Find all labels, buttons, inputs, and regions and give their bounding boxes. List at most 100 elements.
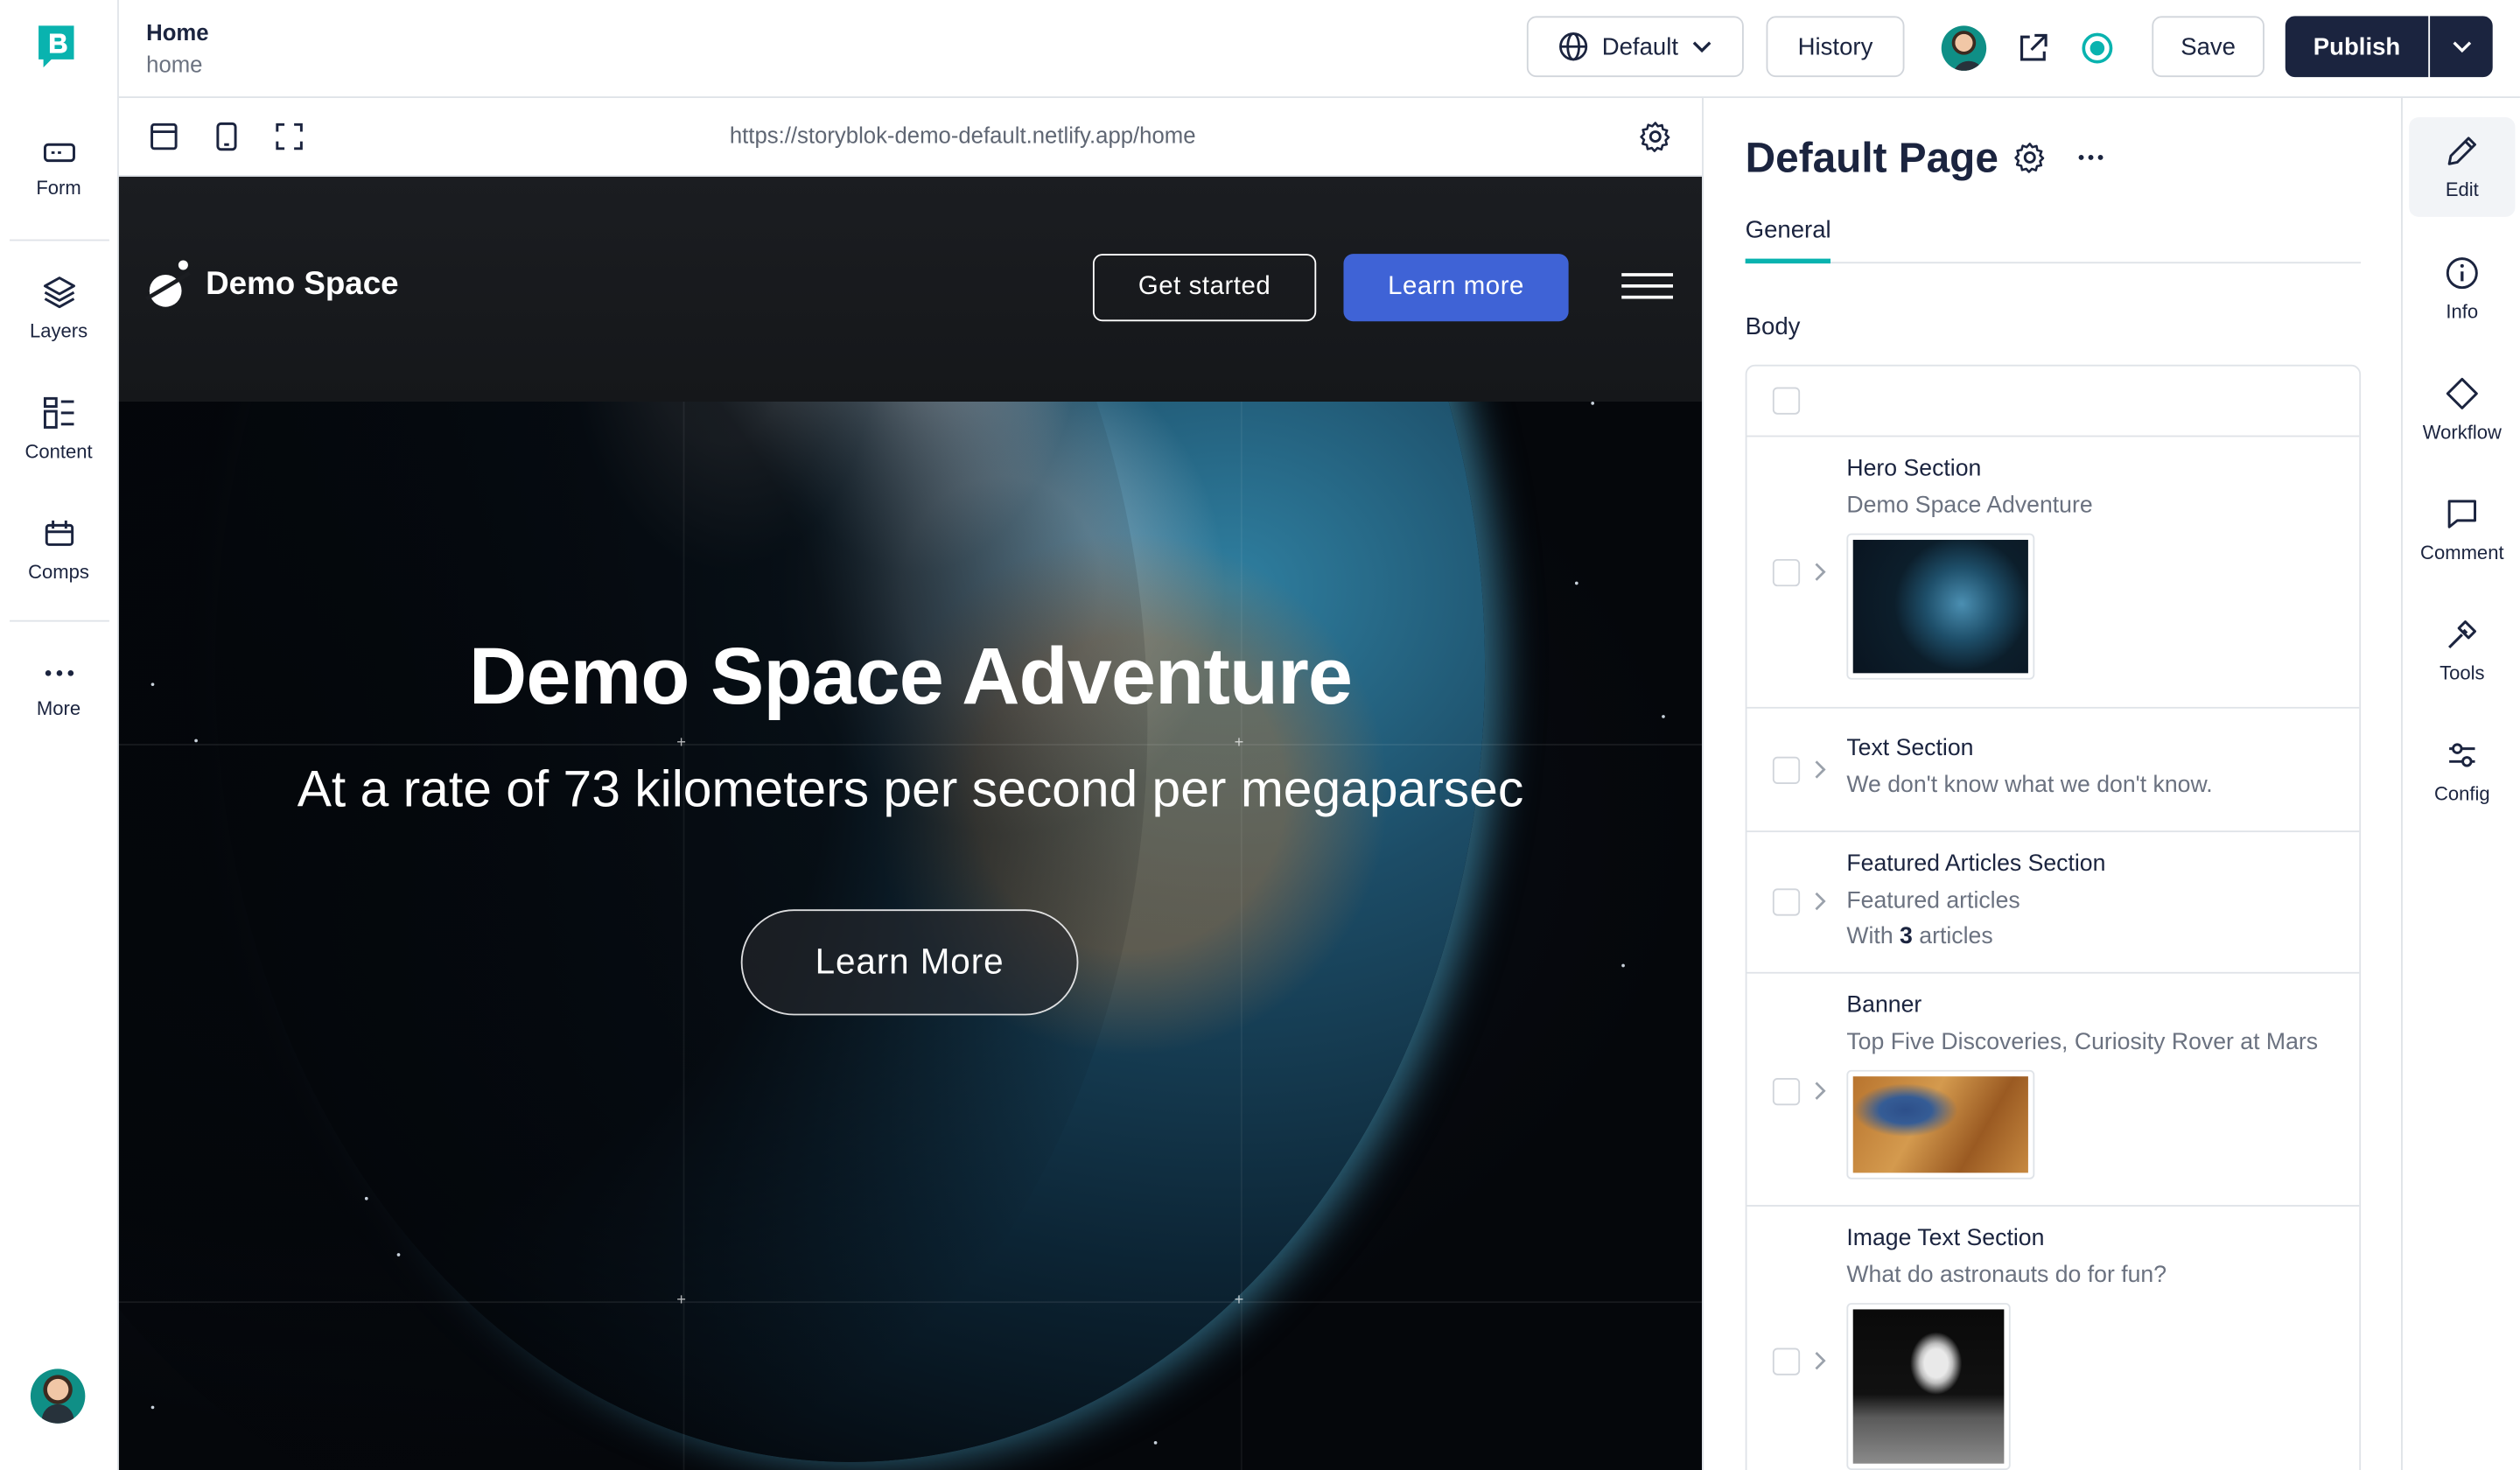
rail-workflow[interactable]: Workflow xyxy=(2409,360,2515,444)
block-checkbox[interactable] xyxy=(1772,1078,1801,1106)
block-summary: Demo Space Adventure xyxy=(1846,493,2093,520)
site-header: Demo Space Get started Learn more xyxy=(118,176,1703,402)
fullscreen-icon[interactable] xyxy=(275,122,304,151)
tools-icon xyxy=(2448,620,2476,649)
block-hero-section[interactable]: Hero Section Demo Space Adventure xyxy=(1746,437,2360,709)
comps-icon xyxy=(44,520,74,546)
preview-url[interactable]: https://storyblok-demo-default.netlify.a… xyxy=(730,122,1196,148)
nav-form[interactable]: Form xyxy=(0,138,117,200)
planet-logo-icon xyxy=(145,260,191,307)
nav-comps[interactable]: Comps xyxy=(0,515,117,584)
collaborator-avatar[interactable] xyxy=(1941,25,1987,71)
block-article-count: With 3 articles xyxy=(1846,924,1992,949)
get-started-button[interactable]: Get started xyxy=(1092,254,1317,322)
block-name: Text Section xyxy=(1846,735,1974,762)
live-status-icon[interactable] xyxy=(2080,31,2115,66)
comment-icon xyxy=(2447,500,2476,528)
block-checkbox[interactable] xyxy=(1772,756,1801,785)
right-toolbar: Edit Info Workflow Comment Tools Config xyxy=(2401,98,2520,1470)
star xyxy=(1591,402,1595,405)
block-checkbox[interactable] xyxy=(1772,888,1801,916)
body-blocks-list: Hero Section Demo Space Adventure Text S… xyxy=(1745,364,2362,1470)
rail-edit[interactable]: Edit xyxy=(2409,117,2516,217)
block-checkbox[interactable] xyxy=(1772,1348,1801,1376)
open-external-icon[interactable] xyxy=(2015,31,2050,66)
story-title: Home xyxy=(146,19,209,46)
block-checkbox[interactable] xyxy=(1772,558,1801,587)
article-count-value: 3 xyxy=(1900,923,1913,950)
tab-divider xyxy=(1745,262,2362,264)
panel-title: Default Page xyxy=(1745,133,1998,182)
story-slug: home xyxy=(146,51,203,78)
star xyxy=(1153,1440,1158,1445)
rail-config[interactable]: Config xyxy=(2409,721,2515,805)
star xyxy=(194,738,198,743)
site-brand-label: Demo Space xyxy=(206,265,399,302)
chevron-down-icon xyxy=(2452,41,2471,53)
select-all-checkbox[interactable] xyxy=(1772,387,1801,415)
nav-more[interactable]: More xyxy=(0,659,117,720)
nav-divider xyxy=(10,620,109,622)
block-thumbnail-mars xyxy=(1846,1069,2035,1180)
more-options-icon[interactable] xyxy=(2076,144,2105,170)
rail-config-label: Config xyxy=(2433,782,2490,805)
block-thumbnail-astronaut xyxy=(1846,1303,2011,1470)
desktop-view-icon[interactable] xyxy=(150,122,178,151)
publish-options-button[interactable] xyxy=(2430,16,2493,78)
storyblok-logo-icon[interactable] xyxy=(35,23,77,71)
more-icon xyxy=(44,670,74,676)
block-name: Hero Section xyxy=(1846,456,1982,482)
chevron-down-icon xyxy=(1693,41,1712,53)
rail-workflow-label: Workflow xyxy=(2422,421,2502,444)
tab-general[interactable]: General xyxy=(1746,217,1831,244)
block-name: Banner xyxy=(1846,992,1922,1019)
hero-subtitle[interactable]: At a rate of 73 kilometers per second pe… xyxy=(119,760,1702,819)
page-preview: Demo Space Get started Learn more + + + … xyxy=(118,176,1703,1470)
site-brand[interactable]: Demo Space xyxy=(144,257,399,312)
nav-layers-label: Layers xyxy=(29,319,88,343)
hero-learn-more-button[interactable]: Learn More xyxy=(740,909,1079,1016)
rail-tools[interactable]: Tools xyxy=(2409,601,2515,684)
user-avatar[interactable] xyxy=(30,1368,86,1424)
history-button[interactable]: History xyxy=(1766,16,1905,78)
guide-plus-icon: + xyxy=(1234,734,1244,752)
rail-tools-label: Tools xyxy=(2440,662,2485,685)
block-text-section[interactable]: Text Section We don't know what we don't… xyxy=(1746,709,2360,833)
star xyxy=(1621,963,1625,968)
learn-more-nav-button[interactable]: Learn more xyxy=(1343,254,1569,322)
chevron-right-icon[interactable] xyxy=(1811,561,1827,584)
nav-content[interactable]: Content xyxy=(0,396,117,463)
chevron-right-icon[interactable] xyxy=(1811,759,1827,781)
hamburger-menu-icon[interactable] xyxy=(1621,273,1674,307)
preview-settings-gear-icon[interactable] xyxy=(1639,121,1671,153)
nav-comps-label: Comps xyxy=(28,560,89,584)
content-icon xyxy=(43,396,74,429)
block-summary: Featured articles xyxy=(1846,888,2020,914)
nav-form-label: Form xyxy=(36,176,81,200)
hero-title[interactable]: Demo Space Adventure xyxy=(119,630,1702,723)
block-banner[interactable]: Banner Top Five Discoveries, Curiosity R… xyxy=(1746,974,2360,1207)
publish-button[interactable]: Publish xyxy=(2285,16,2429,78)
block-image-text-section[interactable]: Image Text Section What do astronauts do… xyxy=(1746,1207,2359,1470)
globe-icon xyxy=(1558,32,1587,61)
language-label: Default xyxy=(1601,32,1679,60)
rail-info[interactable]: Info xyxy=(2409,240,2515,323)
rail-info-label: Info xyxy=(2446,300,2479,324)
guide-line xyxy=(118,744,1703,746)
save-button[interactable]: Save xyxy=(2152,16,2264,78)
block-summary: What do astronauts do for fun? xyxy=(1846,1263,2167,1289)
block-name: Featured Articles Section xyxy=(1846,851,2106,878)
article-count-prefix: With xyxy=(1846,923,1900,950)
mobile-view-icon[interactable] xyxy=(214,122,239,151)
publish-label: Publish xyxy=(2313,32,2401,60)
block-featured-articles-section[interactable]: Featured Articles Section Featured artic… xyxy=(1746,832,2360,974)
nav-layers[interactable]: Layers xyxy=(0,275,117,342)
chevron-right-icon[interactable] xyxy=(1811,890,1827,913)
language-select[interactable]: Default xyxy=(1526,16,1744,78)
block-name: Image Text Section xyxy=(1846,1225,2045,1252)
chevron-right-icon[interactable] xyxy=(1811,1349,1827,1372)
rail-comment[interactable]: Comment xyxy=(2409,480,2515,564)
chevron-right-icon[interactable] xyxy=(1811,1080,1827,1102)
content-type-settings-gear-icon[interactable] xyxy=(2013,142,2046,174)
guide-plus-icon: + xyxy=(676,734,686,752)
